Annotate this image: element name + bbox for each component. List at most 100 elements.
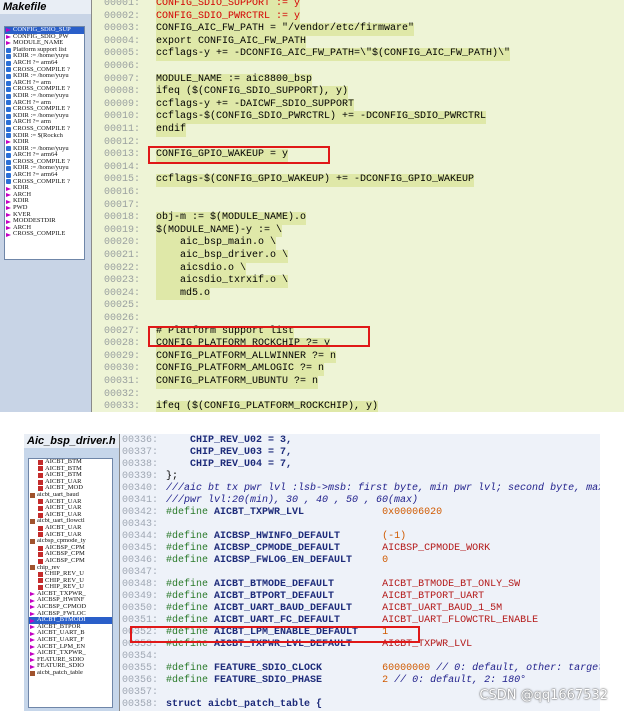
line-number: 00347: [121, 567, 158, 578]
code-text: #define FEATURE_SDIO_CLOCK 60000000 // 0… [166, 663, 600, 675]
symbol-list-item[interactable]: KDIR := $(Rockch [5, 133, 84, 140]
symbol-list-item[interactable]: AICBSP_CPM [29, 558, 112, 565]
symbol-list[interactable]: AICBT_BTM AICBT_BTM AICBT_BTM AICBT_UAR AICB… [28, 458, 113, 708]
line-number: 00027: [103, 325, 140, 337]
symbol-label: CROSS_COMPILE ? [13, 106, 70, 113]
symbol-list-item[interactable]: KDIR := /home/yuyu [5, 93, 84, 100]
symbol-list-item[interactable]: AICBT_UART_B [29, 630, 112, 637]
symbol-list-item[interactable]: AICBT_UART_F [29, 637, 112, 644]
symbol-list-item[interactable]: CONFIG_SDIO_PW [5, 34, 84, 41]
symbol-list-item[interactable]: aicbt_patch_table [29, 670, 112, 677]
code-editor-makefile[interactable]: 00001: CONFIG_SDIO_SUPPORT := y 00002: CONF… [92, 0, 624, 412]
symbol-list-item[interactable]: ARCH ?= arm64 [5, 172, 84, 179]
symbol-list-item[interactable]: AICBT_UAR [29, 479, 112, 486]
symbol-list-item[interactable]: CROSS_COMPILE ? [5, 126, 84, 133]
symbol-list-item[interactable]: aicbt_uart_flowctl [29, 518, 112, 525]
symbol-list-item[interactable]: AICBSP_CPM [29, 545, 112, 552]
line-number: 00350: [121, 603, 158, 614]
symbol-list-item[interactable]: AICBT_UAR [29, 532, 112, 539]
code-text: aic_bsp_driver.o \ [156, 250, 289, 263]
symbol-list-item[interactable]: chip_rev [29, 565, 112, 572]
symbol-list-item[interactable]: CROSS_COMPILE ? [5, 106, 84, 113]
symbol-list-item[interactable]: AICBT_TXPWR_ [29, 591, 112, 598]
symbol-list-item[interactable]: AICBT_UAR [29, 505, 112, 512]
symbol-label: AICBT_BTMODI [37, 617, 86, 624]
symbol-list-item[interactable]: ARCH ?= arm [5, 80, 84, 87]
code-text: CONFIG_PLATFORM_UBUNTU ?= n [156, 376, 319, 389]
symbol-list-item[interactable]: CROSS_COMPILE ? [5, 86, 84, 93]
symbol-list-item[interactable]: ARCH ?= arm64 [5, 60, 84, 67]
symbol-list-item[interactable]: FEATURE_SDIO [29, 657, 112, 664]
symbol-list-item[interactable]: MODDESTDIR [5, 218, 84, 225]
symbol-list-item[interactable]: AICBT_MOD [29, 485, 112, 492]
code-line: 00336: CHIP_REV_U02 = 3, [120, 435, 600, 447]
symbol-list-item[interactable]: AICBSP_FWLOC [29, 611, 112, 618]
symbol-list-item[interactable]: KDIR [5, 198, 84, 205]
symbol-list-item[interactable]: AICBT_BTM [29, 466, 112, 473]
symbol-list-item[interactable]: AICBT_BTM [29, 472, 112, 479]
symbol-list-item[interactable]: ARCH [5, 225, 84, 232]
definition-icon [6, 100, 11, 106]
code-editor-header[interactable]: 00336: CHIP_REV_U02 = 3, 00337: CHIP_REV_… [120, 434, 600, 711]
macro-icon [6, 28, 11, 33]
code-line: 00347: [120, 567, 600, 579]
symbol-list-item[interactable]: ARCH ?= arm [5, 100, 84, 107]
symbol-list-item[interactable]: AICBT_LPM_EN [29, 644, 112, 651]
symbol-list-item[interactable]: KDIR := /home/yuyu [5, 146, 84, 153]
symbol-list-item[interactable]: ARCH ?= arm64 [5, 152, 84, 159]
symbol-list-item[interactable]: FEATURE_SDIO [29, 663, 112, 670]
symbol-list-item[interactable]: CHIP_REV_U [29, 571, 112, 578]
line-number: 00024: [103, 287, 140, 299]
symbol-label: CROSS_COMPILE ? [13, 158, 70, 165]
symbol-list[interactable]: CONFIG_SDIO_SUP CONFIG_SDIO_PW MODULE_NAME… [4, 26, 85, 260]
symbol-list-item[interactable]: AICBT_BTM [29, 459, 112, 466]
symbol-list-item[interactable]: CHIP_REV_U [29, 584, 112, 591]
symbol-list-item[interactable]: CROSS_COMPILE ? [5, 67, 84, 74]
symbol-list-item[interactable]: KDIR := /home/yuyu [5, 53, 84, 60]
symbol-list-item[interactable]: ARCH [5, 192, 84, 199]
line-number: 00032: [103, 388, 140, 400]
symbol-list-item[interactable]: CROSS_COMPILE ? [5, 159, 84, 166]
macro-icon [6, 186, 11, 191]
code-text: #define AICBSP_HWINFO_DEFAULT (-1) [166, 531, 406, 543]
symbol-list-item[interactable]: AICBSP_CPMOD [29, 604, 112, 611]
symbol-list-item[interactable]: KDIR := /home/yuyu [5, 113, 84, 120]
symbol-list-item[interactable]: ARCH ?= arm [5, 119, 84, 126]
symbol-list-item[interactable]: AICBSP_HWINF [29, 597, 112, 604]
code-text: MODULE_NAME := aic8800_bsp [156, 73, 313, 87]
code-line: 00339:}; [120, 471, 600, 483]
symbol-list-item[interactable]: CROSS_COMPILE ? [5, 179, 84, 186]
symbol-list-item[interactable]: aicbt_uart_baud [29, 492, 112, 499]
symbol-list-item[interactable]: Platform support list [5, 47, 84, 54]
symbol-list-item[interactable]: KDIR [5, 139, 84, 146]
symbol-label: CROSS_COMPILE ? [13, 66, 70, 73]
symbol-list-item[interactable]: CONFIG_SDIO_SUP [5, 27, 84, 34]
line-number: 00013: [103, 149, 140, 161]
code-line: 00030: CONFIG_PLATFORM_AMLOGIC ?= n [92, 363, 624, 376]
definition-icon [6, 67, 11, 73]
symbol-list-item[interactable]: PWD [5, 205, 84, 212]
enum-member-icon [38, 525, 43, 531]
symbol-list-item[interactable]: KVER [5, 212, 84, 219]
macro-value: (-1) [382, 531, 407, 542]
symbol-list-item[interactable]: KDIR := /home/yuyu [5, 73, 84, 80]
symbol-list-item[interactable]: AICBT_BTMODI [29, 617, 112, 624]
symbol-list-item[interactable]: AICBT_BTPOR [29, 624, 112, 631]
symbol-list-item[interactable]: AICBT_UAR [29, 525, 112, 532]
symbol-list-item[interactable]: aicbsp_cpmode_ty [29, 538, 112, 545]
line-number: 00337: [121, 447, 158, 458]
symbol-label: MODULE_NAME [13, 40, 64, 47]
symbol-list-item[interactable]: AICBT_UAR [29, 512, 112, 519]
line-number: 00022: [103, 262, 140, 274]
symbol-list-item[interactable]: KDIR := /home/yuyu [5, 165, 84, 172]
symbol-list-item[interactable]: AICBT_TXPWR_ [29, 650, 112, 657]
symbol-list-item[interactable]: MODULE_NAME [5, 40, 84, 47]
symbol-list-item[interactable]: CHIP_REV_U [29, 578, 112, 585]
symbol-list-item[interactable]: AICBSP_CPM [29, 551, 112, 558]
type-icon [30, 538, 35, 544]
symbol-label: AICBSP_CPM [45, 551, 85, 558]
sidebar-title: Aic_bsp_driver.h [24, 434, 119, 448]
symbol-list-item[interactable]: CROSS_COMPILE [5, 231, 84, 238]
symbol-list-item[interactable]: AICBT_UAR [29, 499, 112, 506]
symbol-list-item[interactable]: KDIR [5, 185, 84, 192]
